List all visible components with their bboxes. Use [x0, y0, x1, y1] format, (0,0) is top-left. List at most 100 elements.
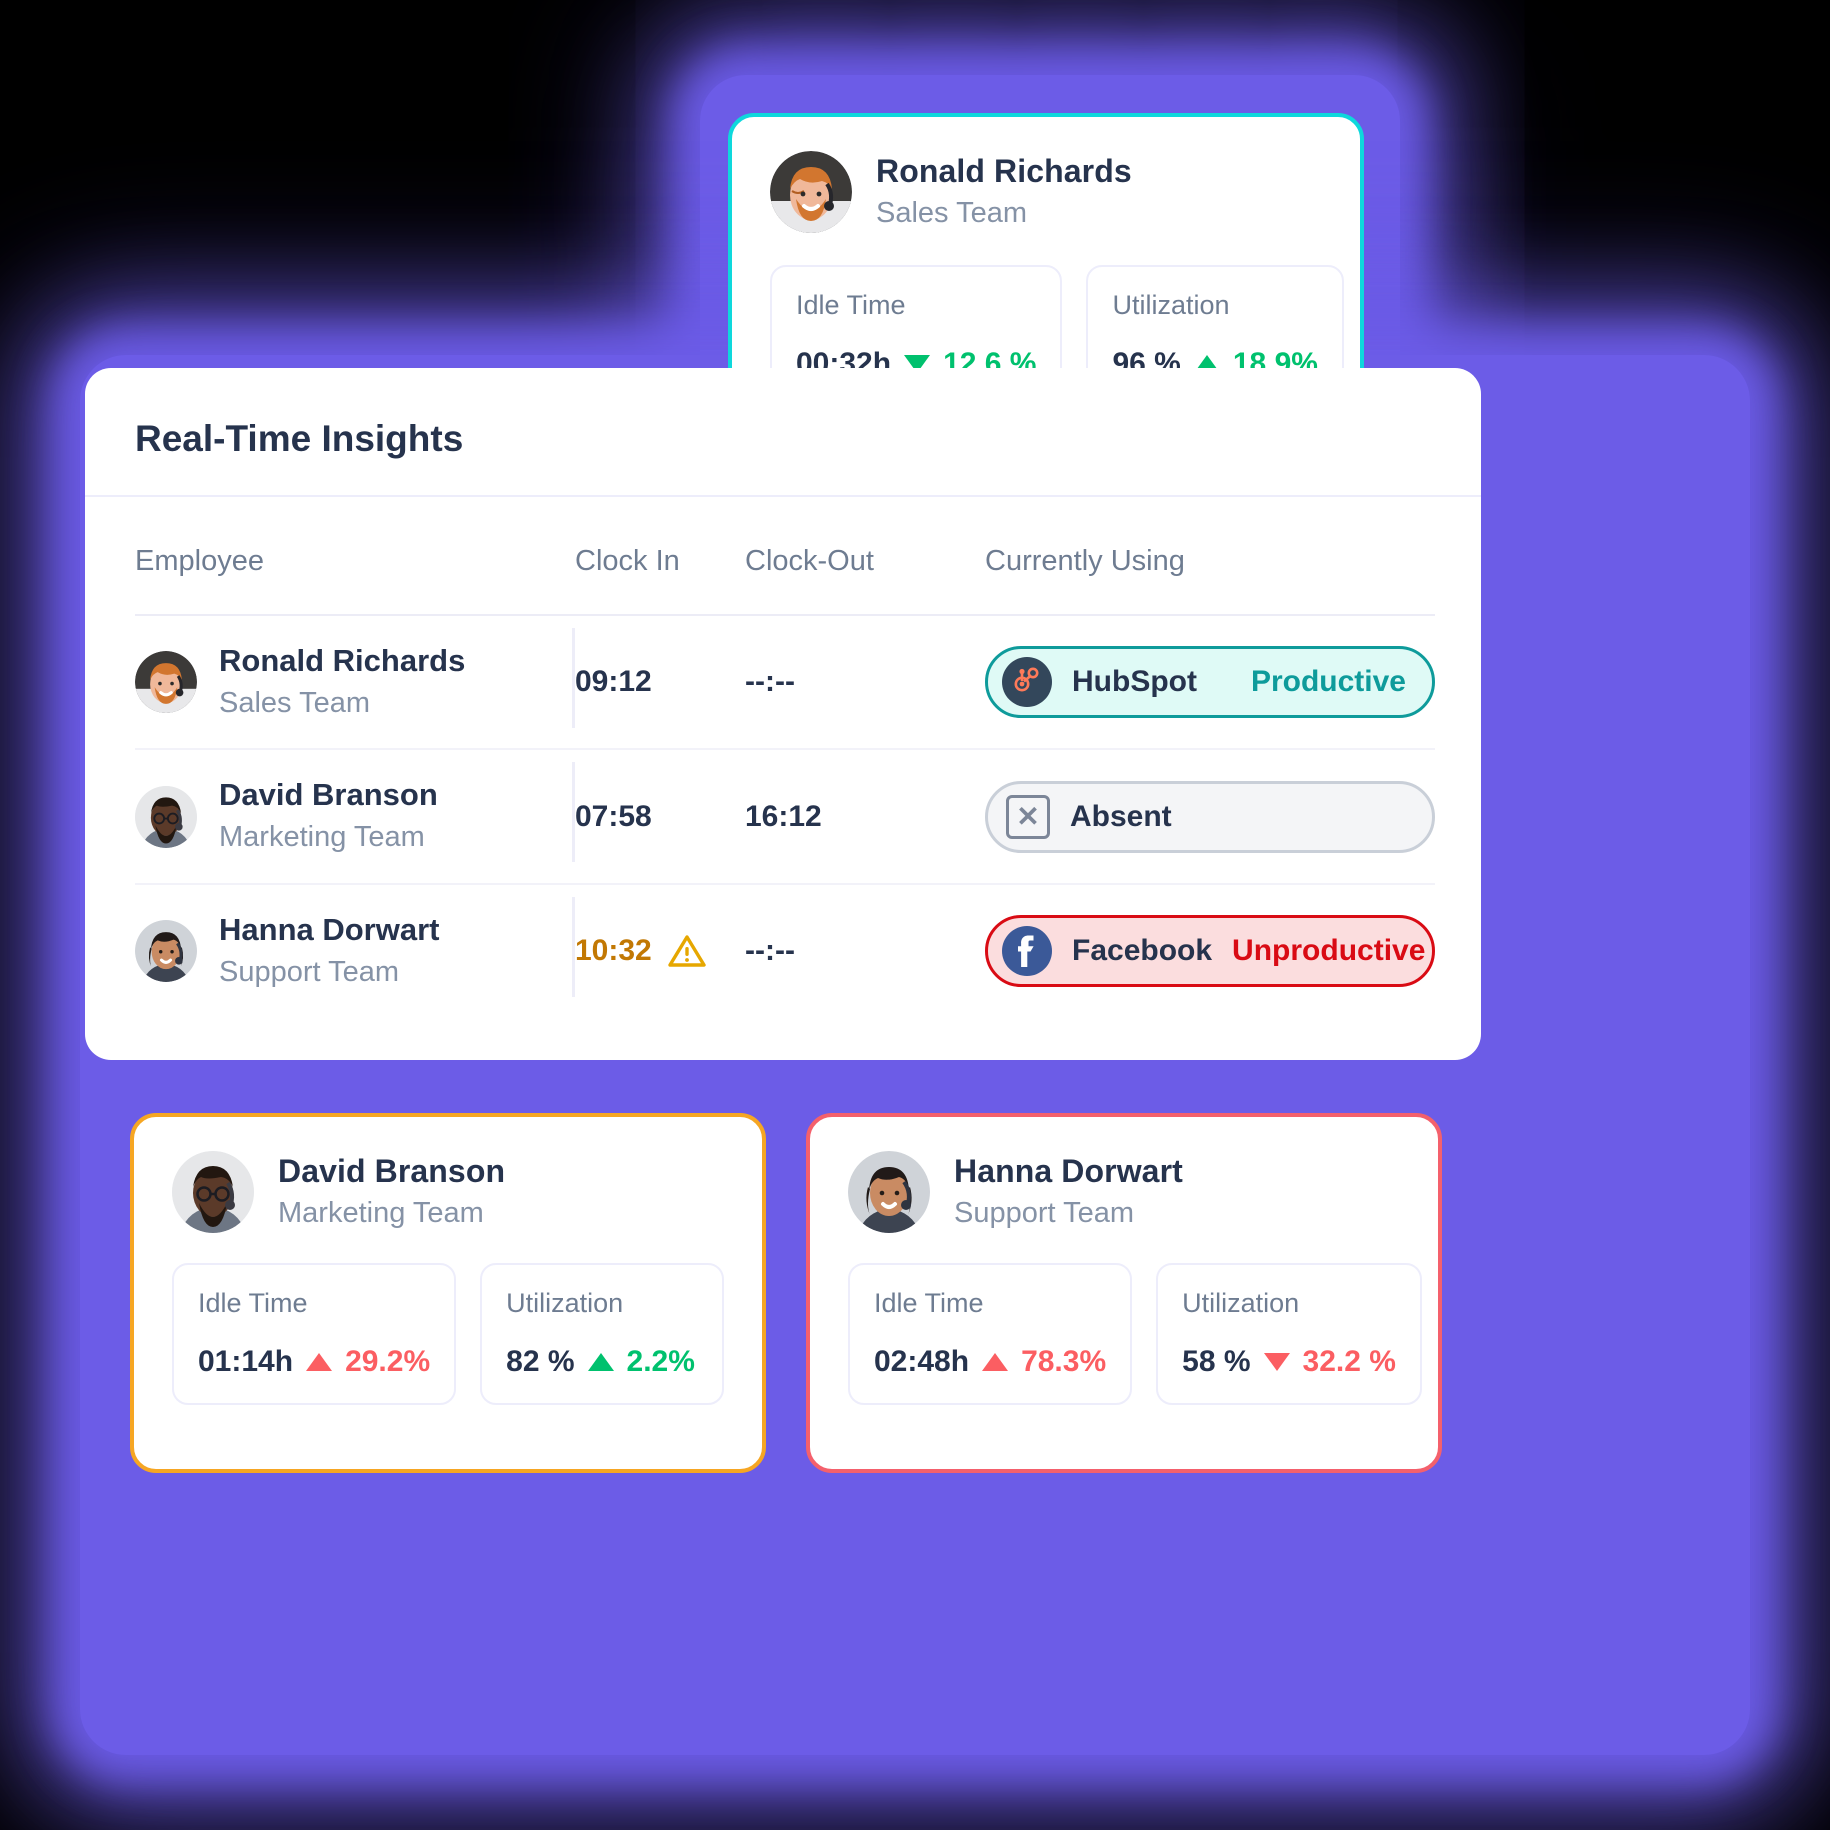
table-header-row: Employee Clock In Clock-Out Currently Us… [135, 523, 1435, 616]
stat-label: Utilization [1182, 1288, 1300, 1318]
employee-team: Sales Team [876, 197, 1027, 230]
cell-clock-in: 07:58 [575, 749, 745, 885]
clock-in-value: 07:58 [575, 799, 652, 833]
clock-in-value: 09:12 [575, 665, 652, 699]
stat-utilization: Utilization 82 % 2.2% [480, 1263, 724, 1406]
trend-up-icon [306, 1353, 333, 1372]
stat-label: Idle Time [796, 290, 906, 320]
stat-idle-time: Idle Time 02:48h 78.3% [848, 1263, 1133, 1406]
trend-down-icon [1263, 1353, 1290, 1372]
stat-value: 82 % [506, 1345, 575, 1379]
employee-header: Hanna Dorwart Support Team [848, 1151, 1400, 1233]
employee-team: Marketing Team [278, 1197, 484, 1230]
clock-in-value: 10:32 [575, 934, 652, 968]
cell-clock-out: --:-- [745, 884, 985, 1017]
stat-idle-time: Idle Time 01:14h 29.2% [172, 1263, 457, 1406]
stat-delta: 29.2% [345, 1345, 431, 1379]
table-row[interactable]: Hanna Dorwart Support Team 10:32 --:-- F… [135, 884, 1435, 1017]
avatar [848, 1151, 930, 1233]
avatar [135, 651, 197, 714]
screenshot-root: Ronald Richards Sales Team Idle Time 00:… [0, 0, 1830, 1830]
column-header-currently-using: Currently Using [985, 523, 1435, 616]
app-name: HubSpot [1072, 665, 1197, 699]
column-separator [572, 896, 575, 997]
clock-out-value: --:-- [745, 665, 795, 699]
cell-employee: Ronald Richards Sales Team [135, 615, 575, 751]
employee-team: Marketing Team [219, 821, 425, 854]
cell-clock-in: 10:32 [575, 884, 745, 1017]
column-header-clock-out: Clock-Out [745, 523, 985, 616]
employee-name: David Branson [219, 777, 438, 813]
employee-team: Support Team [954, 1197, 1135, 1230]
clock-out-value: 16:12 [745, 799, 822, 833]
employee-name: Hanna Dorwart [954, 1153, 1183, 1190]
cell-currently-using: ✕ Absent [985, 749, 1435, 885]
employee-identity: Hanna Dorwart Support Team [954, 1151, 1183, 1233]
avatar [770, 151, 852, 233]
stat-label: Utilization [1112, 290, 1230, 320]
stat-delta: 32.2 % [1302, 1345, 1396, 1379]
stats-row: Idle Time 02:48h 78.3% Utilization 58 % … [848, 1263, 1422, 1406]
table-row[interactable]: Ronald Richards Sales Team 09:12 --:-- H… [135, 615, 1435, 751]
real-time-insights-panel: Real-Time Insights Employee Clock In Clo… [85, 368, 1481, 1060]
employee-header: David Branson Marketing Team [172, 1151, 724, 1233]
employee-team: Support Team [219, 955, 400, 988]
facebook-icon [1002, 926, 1052, 977]
avatar [135, 920, 197, 983]
stat-delta: 78.3% [1021, 1345, 1107, 1379]
clock-out-value: --:-- [745, 934, 795, 968]
insights-table: Employee Clock In Clock-Out Currently Us… [135, 523, 1435, 1017]
app-name: Facebook [1072, 934, 1213, 968]
stat-value-row: 01:14h 29.2% [198, 1345, 430, 1379]
employee-name: Hanna Dorwart [219, 911, 440, 947]
stat-label: Idle Time [874, 1288, 984, 1318]
app-status-pill-facebook[interactable]: Facebook Unproductive [985, 915, 1435, 988]
stat-label: Utilization [506, 1288, 624, 1318]
hubspot-icon [1002, 657, 1052, 708]
column-separator [572, 628, 575, 728]
cell-currently-using: Facebook Unproductive [985, 884, 1435, 1017]
employee-identity: Ronald Richards Sales Team [219, 642, 465, 722]
stat-value-row: 58 % 32.2 % [1182, 1345, 1396, 1379]
avatar [172, 1151, 254, 1233]
column-header-employee: Employee [135, 523, 575, 616]
employee-name: Ronald Richards [219, 643, 466, 678]
employee-header: Ronald Richards Sales Team [770, 151, 1322, 233]
stat-value-row: 82 % 2.2% [506, 1345, 698, 1379]
employee-summary-card-david[interactable]: David Branson Marketing Team Idle Time 0… [130, 1113, 766, 1473]
cell-clock-in: 09:12 [575, 615, 745, 751]
warning-icon [668, 934, 706, 968]
cell-clock-out: --:-- [745, 615, 985, 751]
column-separator [572, 762, 575, 863]
app-status-pill-absent[interactable]: ✕ Absent [985, 780, 1435, 853]
app-status-pill-hubspot[interactable]: HubSpot Productive [985, 646, 1435, 719]
status-badge: Productive [1250, 665, 1406, 699]
cell-currently-using: HubSpot Productive [985, 615, 1435, 751]
table-row[interactable]: David Branson Marketing Team 07:58 16:12 [135, 749, 1435, 885]
employee-identity: Ronald Richards Sales Team [876, 151, 1132, 233]
stat-value: 02:48h [874, 1345, 970, 1379]
stat-utilization: Utilization 58 % 32.2 % [1156, 1263, 1422, 1406]
header-divider [85, 495, 1481, 497]
employee-identity: Hanna Dorwart Support Team [219, 911, 439, 991]
stat-value-row: 02:48h 78.3% [874, 1345, 1106, 1379]
status-badge: Unproductive [1232, 934, 1426, 968]
stat-value: 01:14h [198, 1345, 294, 1379]
cell-clock-out: 16:12 [745, 749, 985, 885]
cell-employee: David Branson Marketing Team [135, 749, 575, 885]
employee-identity: David Branson Marketing Team [278, 1151, 505, 1233]
page-title: Real-Time Insights [135, 418, 464, 459]
employee-identity: David Branson Marketing Team [219, 776, 438, 856]
trend-up-icon [982, 1353, 1009, 1372]
avatar [135, 785, 197, 848]
stats-row: Idle Time 01:14h 29.2% Utilization 82 % … [172, 1263, 724, 1406]
app-name: Absent [1070, 799, 1172, 833]
employee-team: Sales Team [219, 686, 370, 719]
absent-icon: ✕ [1006, 794, 1050, 839]
employee-name: Ronald Richards [876, 153, 1132, 190]
employee-name: David Branson [278, 1153, 506, 1190]
stat-delta: 2.2% [626, 1345, 695, 1379]
employee-summary-card-hanna[interactable]: Hanna Dorwart Support Team Idle Time 02:… [806, 1113, 1442, 1473]
stat-value: 58 % [1182, 1345, 1251, 1379]
trend-up-icon [587, 1353, 614, 1372]
